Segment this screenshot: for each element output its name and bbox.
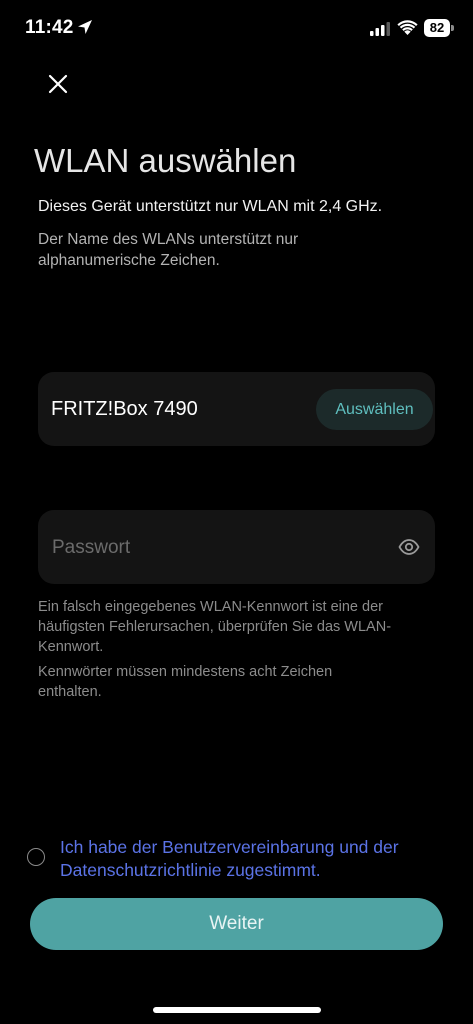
page-title: WLAN auswählen xyxy=(34,142,297,179)
location-arrow-icon xyxy=(78,20,92,34)
home-indicator xyxy=(153,1007,321,1013)
status-bar: 11:42 82 xyxy=(0,0,473,60)
wifi-icon xyxy=(397,20,418,35)
info-text: Der Name des WLANs unterstützt nur alpha… xyxy=(38,231,299,269)
cellular-signal-icon xyxy=(370,22,390,36)
consent-row: Ich habe der Benutzervereinbarung und de… xyxy=(27,836,457,886)
eye-icon[interactable] xyxy=(398,537,420,557)
close-button[interactable] xyxy=(40,66,76,102)
consent-link[interactable]: Ich habe der Benutzervereinbarung und de… xyxy=(60,836,455,882)
password-field xyxy=(38,510,435,584)
battery-level: 82 xyxy=(424,19,450,37)
select-network-button[interactable]: Auswählen xyxy=(316,389,433,430)
battery-tip xyxy=(451,25,454,31)
password-error-hint: Ein falsch eingegebenes WLAN-Kennwort is… xyxy=(38,599,392,655)
network-name: FRITZ!Box 7490 xyxy=(51,398,198,420)
continue-button[interactable]: Weiter xyxy=(30,898,443,950)
close-icon xyxy=(48,74,68,94)
consent-checkbox[interactable] xyxy=(27,848,45,866)
password-input[interactable] xyxy=(50,530,384,566)
password-length-hint: Kennwörter müssen mindestens acht Zeiche… xyxy=(38,664,333,700)
status-time: 11:42 xyxy=(25,17,74,38)
subtitle: Dieses Gerät unterstützt nur WLAN mit 2,… xyxy=(38,198,383,215)
wifi-network-card: FRITZ!Box 7490 Auswählen xyxy=(38,372,435,446)
battery-icon: 82 xyxy=(424,19,454,37)
